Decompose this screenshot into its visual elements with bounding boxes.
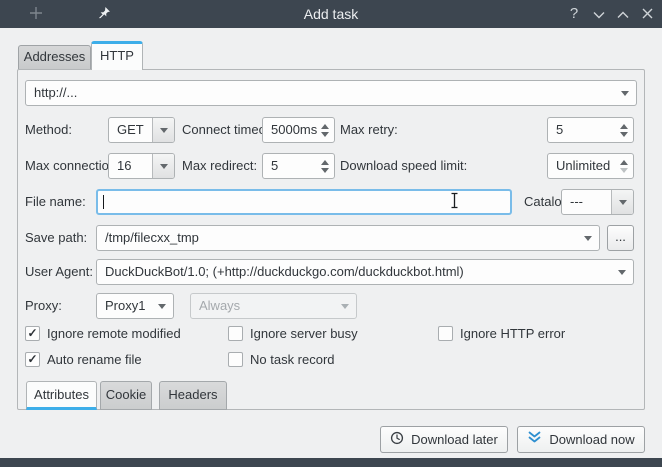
checkbox-label: Ignore HTTP error — [460, 326, 565, 341]
checkbox-label: Auto rename file — [47, 352, 142, 367]
checkbox-ignore-http-error[interactable]: Ignore HTTP error — [438, 324, 565, 342]
browse-button[interactable]: ... — [607, 225, 634, 251]
chevron-down-icon — [584, 236, 592, 241]
mouse-cursor-ibeam — [450, 192, 459, 212]
combobox-dropdown[interactable] — [152, 118, 174, 142]
checkbox-label: No task record — [250, 352, 335, 367]
spin-down-icon — [620, 168, 628, 173]
tab-attributes[interactable]: Attributes — [26, 381, 97, 410]
save-path-value: /tmp/filecxx_tmp — [105, 226, 583, 250]
spin-up-icon — [321, 124, 329, 129]
file-name-value — [106, 191, 494, 213]
spin-arrows[interactable] — [615, 154, 633, 178]
titlebar: Add task ? — [0, 0, 662, 28]
user-agent-value: DuckDuckBot/1.0; (+http://duckduckgo.com… — [105, 260, 617, 284]
checkbox-label: Ignore server busy — [250, 326, 358, 341]
chevron-down-icon — [160, 128, 168, 133]
max-retry-spinbox[interactable]: 5 — [547, 117, 634, 143]
proxy-mode-value: Always — [199, 294, 340, 318]
chevron-down-icon — [341, 304, 349, 309]
combobox-dropdown[interactable] — [152, 154, 174, 178]
checkbox-box — [228, 326, 243, 341]
connect-timeout-spinbox[interactable]: 5000ms — [262, 117, 335, 143]
proxy-label: Proxy: — [25, 293, 62, 319]
download-later-label: Download later — [411, 432, 498, 447]
proxy-value: Proxy1 — [105, 294, 157, 318]
spin-up-icon — [620, 124, 628, 129]
chevron-down-icon — [158, 304, 166, 309]
download-later-button[interactable]: Download later — [380, 426, 508, 453]
tab-cookie[interactable]: Cookie — [100, 381, 152, 410]
spin-down-icon — [620, 132, 628, 137]
checkbox-auto-rename-file[interactable]: ✓ Auto rename file — [25, 350, 142, 368]
checkbox-label: Ignore remote modified — [47, 326, 181, 341]
max-redirect-spinbox[interactable]: 5 — [262, 153, 335, 179]
tab-http[interactable]: HTTP — [91, 41, 143, 70]
url-combobox[interactable]: http://... — [25, 80, 637, 106]
catalog-value: --- — [570, 190, 617, 214]
spin-down-icon — [321, 132, 329, 137]
spin-down-icon — [321, 168, 329, 173]
save-path-combobox[interactable]: /tmp/filecxx_tmp — [96, 225, 600, 251]
method-combobox[interactable]: GET — [108, 117, 175, 143]
spin-arrows[interactable] — [316, 118, 334, 142]
double-chevron-down-icon — [527, 431, 542, 448]
url-value: http://... — [34, 81, 620, 105]
checkbox-box — [228, 352, 243, 367]
chevron-down-icon — [621, 91, 629, 96]
spin-arrows[interactable] — [316, 154, 334, 178]
download-speed-limit-spinbox[interactable]: Unlimited — [547, 153, 634, 179]
bottom-window-strip — [0, 458, 662, 467]
check-icon: ✓ — [27, 353, 37, 365]
checkbox-no-task-record[interactable]: No task record — [228, 350, 335, 368]
tab-headers[interactable]: Headers — [159, 381, 227, 410]
spin-up-icon — [620, 160, 628, 165]
download-speed-limit-value: Unlimited — [556, 154, 617, 178]
text-caret — [103, 195, 104, 209]
chevron-down-icon — [619, 200, 627, 205]
shade-up-button[interactable] — [611, 0, 635, 28]
chevron-up-icon — [617, 7, 629, 22]
download-now-label: Download now — [549, 432, 634, 447]
catalog-combobox[interactable]: --- — [561, 189, 634, 215]
max-redirect-label: Max redirect: — [182, 153, 257, 179]
file-name-label: File name: — [25, 189, 86, 215]
max-redirect-value: 5 — [271, 154, 318, 178]
checkbox-box: ✓ — [25, 352, 40, 367]
proxy-combobox[interactable]: Proxy1 — [96, 293, 174, 319]
help-button[interactable]: ? — [562, 0, 586, 28]
method-label: Method: — [25, 117, 72, 143]
connect-timeout-value: 5000ms — [271, 118, 318, 142]
max-retry-label: Max retry: — [340, 117, 398, 143]
max-retry-value: 5 — [556, 118, 617, 142]
chevron-down-icon — [593, 7, 605, 22]
add-task-dialog: Add task ? Addresses HTTP http://... Met… — [0, 0, 662, 467]
chevron-down-icon — [160, 164, 168, 169]
proxy-mode-combobox: Always — [190, 293, 357, 319]
checkbox-box: ✓ — [25, 326, 40, 341]
help-icon: ? — [570, 0, 578, 28]
close-button[interactable] — [635, 0, 659, 28]
checkbox-box — [438, 326, 453, 341]
shade-down-button[interactable] — [587, 0, 611, 28]
max-connections-combobox[interactable]: 16 — [108, 153, 175, 179]
chevron-down-icon — [618, 270, 626, 275]
close-icon — [642, 7, 653, 22]
clock-icon — [390, 431, 404, 448]
checkbox-ignore-server-busy[interactable]: Ignore server busy — [228, 324, 358, 342]
check-icon: ✓ — [27, 327, 37, 339]
user-agent-combobox[interactable]: DuckDuckBot/1.0; (+http://duckduckgo.com… — [96, 259, 634, 285]
download-now-button[interactable]: Download now — [517, 426, 645, 453]
checkbox-ignore-remote-modified[interactable]: ✓ Ignore remote modified — [25, 324, 181, 342]
tab-addresses[interactable]: Addresses — [18, 45, 91, 69]
combobox-dropdown[interactable] — [611, 190, 633, 214]
download-speed-limit-label: Download speed limit: — [340, 153, 467, 179]
spin-arrows[interactable] — [615, 118, 633, 142]
user-agent-label: User Agent: — [25, 259, 93, 285]
spin-up-icon — [321, 160, 329, 165]
save-path-label: Save path: — [25, 225, 87, 251]
